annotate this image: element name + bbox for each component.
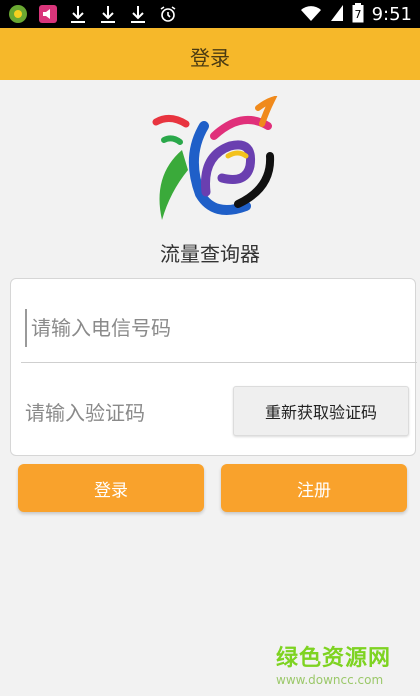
clock: 9:51	[371, 4, 412, 25]
resend-code-button[interactable]: 重新获取验证码	[233, 386, 409, 436]
alarm-icon	[158, 4, 178, 24]
status-bar: 7 9:51	[0, 0, 420, 28]
login-button[interactable]: 登录	[18, 464, 204, 512]
download-icon	[68, 4, 88, 24]
wifi-icon	[300, 4, 322, 26]
watermark: 绿色资源网 www.downcc.com	[276, 646, 406, 688]
svg-text:7: 7	[354, 8, 361, 21]
notification-icons	[8, 4, 178, 24]
divider	[21, 362, 417, 363]
page-title: 登录	[190, 46, 230, 70]
app-notification-icon	[8, 4, 28, 24]
battery-icon: 7	[352, 3, 364, 27]
download-icon	[98, 4, 118, 24]
register-button[interactable]: 注册	[221, 464, 407, 512]
login-form: 重新获取验证码	[10, 278, 417, 456]
verification-code-input[interactable]	[25, 394, 217, 432]
app-name: 流量查询器	[160, 242, 260, 266]
system-icons: 7 9:51	[300, 3, 412, 27]
watermark-url: www.downcc.com	[276, 673, 384, 687]
watermark-title: 绿色资源网	[276, 646, 392, 671]
app-logo	[142, 94, 282, 228]
download-icon	[128, 4, 148, 24]
phone-number-input[interactable]	[25, 309, 403, 347]
speaker-notification-icon	[38, 4, 58, 24]
signal-icon	[330, 4, 344, 26]
app-header: 登录	[0, 28, 420, 80]
